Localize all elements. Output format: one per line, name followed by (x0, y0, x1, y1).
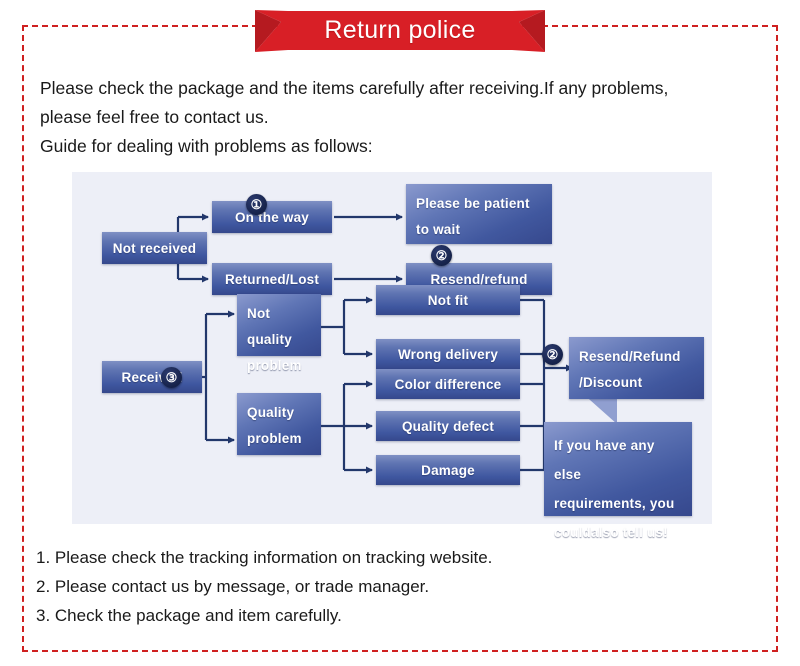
return-policy-page: Return police Please check the package a… (0, 0, 800, 666)
node-returned-lost: Returned/Lost (212, 263, 332, 295)
note-item-1: 1. Please check the tracking information… (36, 548, 493, 567)
intro-line-1: Please check the package and the items c… (40, 78, 669, 98)
node-not-fit: Not fit (376, 285, 520, 315)
step-marker-3-label: ③ (165, 370, 178, 385)
note-item-3: 3. Check the package and item carefully. (36, 606, 342, 625)
node-wrong-delivery: Wrong delivery (376, 339, 520, 369)
step-marker-2-top-label: ② (435, 248, 448, 263)
intro-line-3: Guide for dealing with problems as follo… (40, 136, 373, 156)
node-resend-refund-discount: Resend/Refund /Discount (569, 337, 704, 399)
node-not-received-label: Not received (112, 240, 197, 256)
node-on-the-way-label: On the way (234, 209, 309, 225)
node-not-quality-line-1: Not quality (247, 306, 292, 347)
node-resend-refund-discount-line-2: /Discount (579, 375, 643, 390)
note-item-2: 2. Please contact us by message, or trad… (36, 577, 430, 596)
step-marker-2-top: ② (431, 245, 452, 266)
node-not-quality-problem: Not quality problem (237, 294, 321, 373)
node-resend-refund-discount-line-1: Resend/Refund (579, 349, 681, 364)
intro-line-2: please feel free to contact us. (40, 107, 269, 127)
node-not-received: Not received (102, 232, 207, 264)
step-marker-1: ① (246, 194, 267, 215)
node-damage-label: Damage (421, 462, 475, 478)
callout-line-2: requirements, you (554, 496, 675, 511)
ribbon-banner: Return police (255, 4, 545, 56)
return-flowchart: Not received On the way Returned/Lost Pl… (72, 172, 712, 540)
node-not-quality-line-2: problem (247, 358, 302, 373)
step-marker-2-right: ② (542, 344, 563, 365)
callout-line-1: If you have any else (554, 438, 655, 482)
banner-title: Return police (324, 15, 476, 44)
node-please-be-patient: Please be patient to wait (406, 184, 552, 244)
callout-more-requirements: If you have any else requirements, you c… (544, 422, 692, 540)
node-not-fit-label: Not fit (427, 292, 469, 308)
closing-notes-list: 1. Please check the tracking information… (36, 543, 756, 630)
node-please-be-patient-line-2: to wait (416, 222, 461, 237)
node-color-difference: Color difference (376, 369, 520, 399)
step-marker-2-right-label: ② (546, 347, 559, 362)
node-received: Received (102, 361, 202, 393)
node-returned-lost-label: Returned/Lost (224, 271, 320, 287)
step-marker-1-label: ① (250, 197, 263, 212)
node-quality-defect: Quality defect (376, 411, 520, 441)
node-quality-problem: Quality problem (237, 393, 321, 455)
node-quality-defect-label: Quality defect (401, 418, 495, 434)
node-quality-line-1: Quality (247, 405, 295, 420)
node-color-difference-label: Color difference (394, 376, 502, 392)
node-damage: Damage (376, 455, 520, 485)
step-marker-3: ③ (161, 367, 182, 388)
node-quality-line-2: problem (247, 431, 302, 446)
node-wrong-delivery-label: Wrong delivery (397, 346, 499, 362)
node-on-the-way: On the way (212, 201, 332, 233)
intro-paragraph: Please check the package and the items c… (40, 74, 770, 161)
node-please-be-patient-line-1: Please be patient (416, 196, 530, 211)
